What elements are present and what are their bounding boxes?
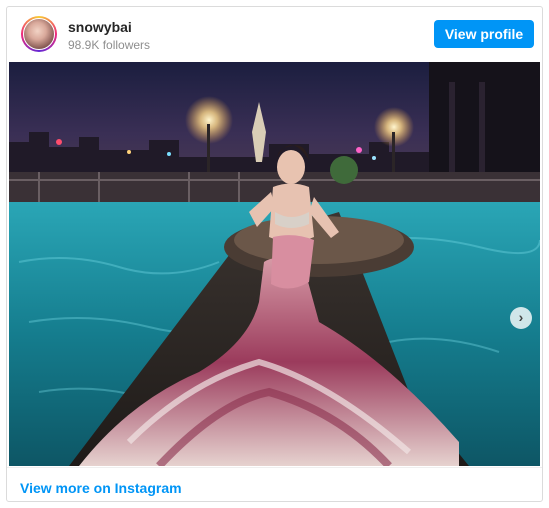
post-footer: View more on Instagram bbox=[7, 467, 542, 502]
photo-icon bbox=[9, 62, 540, 466]
view-more-link[interactable]: View more on Instagram bbox=[20, 480, 182, 496]
avatar[interactable] bbox=[21, 16, 57, 52]
post-photo[interactable]: › bbox=[9, 62, 540, 466]
view-profile-button[interactable]: View profile bbox=[434, 20, 534, 48]
chevron-right-icon: › bbox=[518, 309, 524, 325]
avatar-image bbox=[23, 18, 55, 50]
post-header: snowybai 98.9K followers View profile bbox=[7, 7, 542, 61]
carousel-next-button[interactable]: › bbox=[510, 307, 532, 329]
username[interactable]: snowybai bbox=[68, 19, 132, 35]
follower-count: 98.9K followers bbox=[68, 38, 151, 52]
instagram-embed-card: snowybai 98.9K followers View profile › … bbox=[6, 6, 543, 502]
